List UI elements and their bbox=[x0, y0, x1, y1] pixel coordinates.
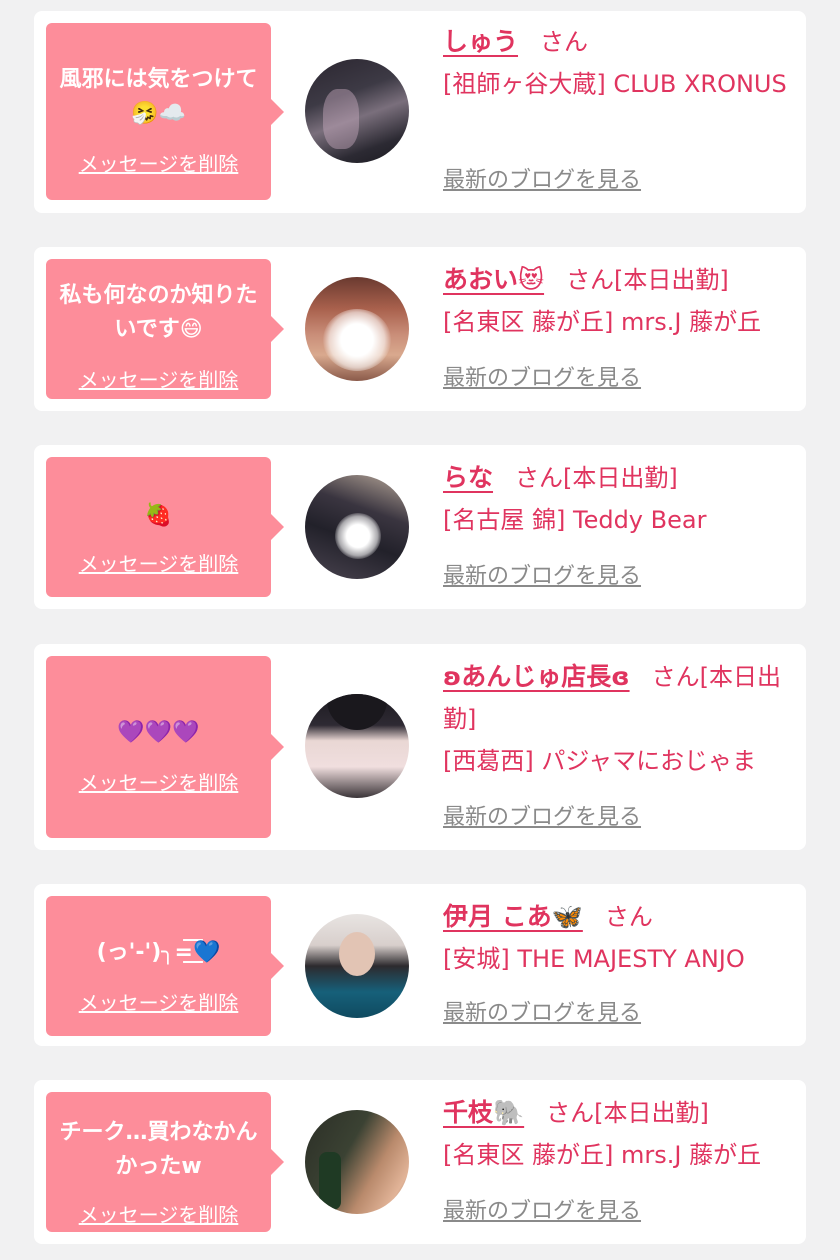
message-text: 風邪には気をつけて🤧☁️ bbox=[59, 67, 258, 126]
message-text: (っ'-')╮=͟͟͞͞💙 bbox=[96, 940, 221, 965]
message-card: チーク…買わなかんかったw メッセージを削除 千枝🐘 さん[本日出勤] [名東区 … bbox=[34, 1080, 806, 1244]
message-card: (っ'-')╮=͟͟͞͞💙 メッセージを削除 伊月 こあ🦋 さん [安城] THE… bbox=[34, 884, 806, 1046]
cast-name-link[interactable]: 伊月 こあ🦋 bbox=[443, 902, 583, 931]
avatar[interactable] bbox=[305, 694, 409, 798]
message-card: 私も何なのか知りたいです😄 メッセージを削除 あおい😻 さん[本日出勤] [名東区… bbox=[34, 247, 806, 411]
name-line: らな さん[本日出勤] bbox=[443, 457, 792, 499]
name-suffix: さん[本日出勤] bbox=[546, 1099, 709, 1127]
avatar[interactable] bbox=[305, 475, 409, 579]
shop-info: [名東区 藤が丘] mrs.J 藤が丘 bbox=[443, 308, 762, 336]
latest-blog-link[interactable]: 最新のブログを見る bbox=[443, 365, 641, 393]
shop-info: [安城] THE MAJESTY ANJO bbox=[443, 945, 745, 973]
latest-blog-link[interactable]: 最新のブログを見る bbox=[443, 1000, 641, 1028]
message-text: 💜💜💜 bbox=[117, 720, 200, 745]
name-line: 伊月 こあ🦋 さん bbox=[443, 896, 792, 938]
name-suffix: さん[本日出勤] bbox=[566, 266, 729, 294]
latest-blog-link[interactable]: 最新のブログを見る bbox=[443, 563, 641, 591]
cast-name-link[interactable]: あおい😻 bbox=[443, 265, 544, 294]
message-card: 💜💜💜 メッセージを削除 ʚあんじゅ店長ɞ さん[本日出勤] [西葛西] パジャマ… bbox=[34, 644, 806, 850]
message-text: チーク…買わなかんかったw bbox=[59, 1120, 258, 1179]
message-list-page: { "common": { "delete_label": "メッセージを削除"… bbox=[0, 0, 840, 1260]
avatar[interactable] bbox=[305, 914, 409, 1018]
delete-message-link[interactable]: メッセージを削除 bbox=[46, 770, 271, 796]
profile-info: 千枝🐘 さん[本日出勤] [名東区 藤が丘] mrs.J 藤が丘 bbox=[443, 1092, 792, 1176]
name-suffix: さん bbox=[604, 903, 653, 931]
message-bubble: 私も何なのか知りたいです😄 メッセージを削除 bbox=[46, 259, 284, 399]
message-text: 私も何なのか知りたいです😄 bbox=[59, 283, 258, 342]
cast-name-link[interactable]: 千枝🐘 bbox=[443, 1098, 524, 1127]
latest-blog-link[interactable]: 最新のブログを見る bbox=[443, 804, 641, 832]
message-text: 🍓 bbox=[144, 503, 173, 528]
avatar[interactable] bbox=[305, 277, 409, 381]
shop-info: [西葛西] パジャマにおじゃま bbox=[443, 747, 757, 775]
shop-info: [名東区 藤が丘] mrs.J 藤が丘 bbox=[443, 1141, 762, 1169]
name-suffix: さん bbox=[540, 28, 589, 56]
message-bubble: 風邪には気をつけて🤧☁️ メッセージを削除 bbox=[46, 23, 284, 200]
profile-info: あおい😻 さん[本日出勤] [名東区 藤が丘] mrs.J 藤が丘 bbox=[443, 259, 792, 343]
delete-message-link[interactable]: メッセージを削除 bbox=[46, 990, 271, 1016]
cast-name-link[interactable]: ʚあんじゅ店長ɞ bbox=[443, 662, 630, 691]
message-bubble: チーク…買わなかんかったw メッセージを削除 bbox=[46, 1092, 284, 1232]
avatar[interactable] bbox=[305, 1110, 409, 1214]
profile-info: しゅう さん [祖師ヶ谷大蔵] CLUB XRONUS bbox=[443, 21, 792, 105]
delete-message-link[interactable]: メッセージを削除 bbox=[46, 367, 271, 393]
name-line: ʚあんじゅ店長ɞ さん[本日出勤] bbox=[443, 656, 792, 740]
name-line: あおい😻 さん[本日出勤] bbox=[443, 259, 792, 301]
latest-blog-link[interactable]: 最新のブログを見る bbox=[443, 1198, 641, 1226]
delete-message-link[interactable]: メッセージを削除 bbox=[46, 1202, 271, 1228]
name-line: しゅう さん bbox=[443, 21, 792, 63]
message-bubble: (っ'-')╮=͟͟͞͞💙 メッセージを削除 bbox=[46, 896, 284, 1036]
profile-info: らな さん[本日出勤] [名古屋 錦] Teddy Bear bbox=[443, 457, 792, 541]
latest-blog-link[interactable]: 最新のブログを見る bbox=[443, 167, 641, 195]
name-line: 千枝🐘 さん[本日出勤] bbox=[443, 1092, 792, 1134]
avatar[interactable] bbox=[305, 59, 409, 163]
message-bubble: 💜💜💜 メッセージを削除 bbox=[46, 656, 284, 838]
shop-info: [名古屋 錦] Teddy Bear bbox=[443, 506, 707, 534]
delete-message-link[interactable]: メッセージを削除 bbox=[46, 551, 271, 577]
cast-name-link[interactable]: しゅう bbox=[443, 27, 518, 56]
cast-name-link[interactable]: らな bbox=[443, 463, 493, 492]
profile-info: 伊月 こあ🦋 さん [安城] THE MAJESTY ANJO bbox=[443, 896, 792, 980]
name-suffix: さん[本日出勤] bbox=[515, 464, 678, 492]
delete-message-link[interactable]: メッセージを削除 bbox=[46, 151, 271, 177]
message-card: 風邪には気をつけて🤧☁️ メッセージを削除 しゅう さん [祖師ヶ谷大蔵] CLU… bbox=[34, 11, 806, 213]
shop-info: [祖師ヶ谷大蔵] CLUB XRONUS bbox=[443, 70, 787, 98]
message-bubble: 🍓 メッセージを削除 bbox=[46, 457, 284, 597]
message-card: 🍓 メッセージを削除 らな さん[本日出勤] [名古屋 錦] Teddy Bear… bbox=[34, 445, 806, 609]
profile-info: ʚあんじゅ店長ɞ さん[本日出勤] [西葛西] パジャマにおじゃま bbox=[443, 656, 792, 782]
